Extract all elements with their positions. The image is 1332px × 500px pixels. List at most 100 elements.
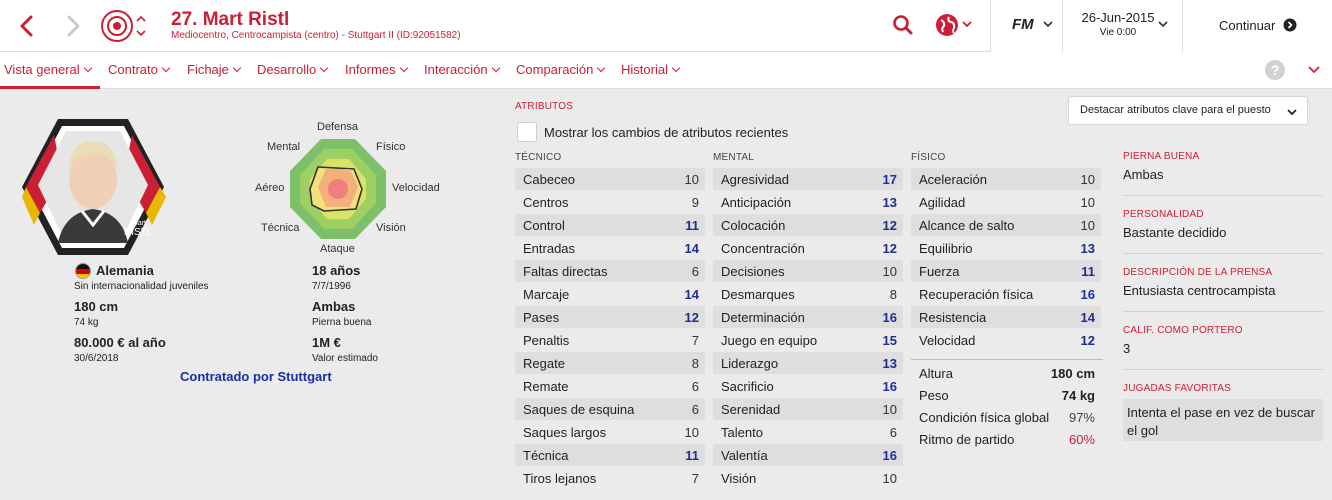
club-badge-icon[interactable] (100, 9, 134, 43)
forward-arrow-icon[interactable] (62, 14, 84, 38)
physical-info-row: Condición física global 97% (911, 406, 1101, 428)
attribute-row[interactable]: Remate 6 (515, 375, 705, 397)
mental-header: MENTAL (713, 152, 755, 163)
attributes-panel: ATRIBUTOS Destacar atributos clave para … (505, 89, 1332, 500)
attribute-row[interactable]: Pases 12 (515, 306, 705, 328)
attribute-name: Sacrificio (721, 379, 774, 394)
personalidad-header: PERSONALIDAD (1123, 209, 1204, 220)
attribute-row[interactable]: Cabeceo 10 (515, 168, 705, 190)
attribute-value: 9 (691, 195, 699, 210)
attribute-row[interactable]: Talento 6 (713, 421, 903, 443)
attribute-row[interactable]: Control 11 (515, 214, 705, 236)
attribute-row[interactable]: Faltas directas 6 (515, 260, 705, 282)
age: 18 años (312, 263, 361, 278)
radar-label-fisico: Físico (376, 141, 406, 153)
back-arrow-icon[interactable] (16, 14, 38, 38)
attribute-row[interactable]: Serenidad 10 (713, 398, 903, 420)
attribute-row[interactable]: Equilibrio 13 (911, 237, 1101, 259)
attribute-row[interactable]: Decisiones 10 (713, 260, 903, 282)
attribute-value: 10 (684, 172, 699, 187)
player-subtitle[interactable]: Mediocentro, Centrocampista (centro) - S… (171, 30, 461, 41)
attribute-row[interactable]: Aceleración 10 (911, 168, 1101, 190)
attribute-value: 12 (1080, 333, 1095, 348)
tab-contrato[interactable]: Contrato (108, 62, 171, 77)
attribute-row[interactable]: Regate 8 (515, 352, 705, 374)
attribute-name: Juego en equipo (721, 333, 818, 348)
attribute-row[interactable]: Entradas 14 (515, 237, 705, 259)
attribute-name: Recuperación física (919, 287, 1034, 302)
attribute-row[interactable]: Saques de esquina 6 (515, 398, 705, 420)
attribute-row[interactable]: Saques largos 10 (515, 421, 705, 443)
tab-informes[interactable]: Informes (345, 62, 408, 77)
attribute-row[interactable]: Fuerza 11 (911, 260, 1101, 282)
attribute-name: Técnica (523, 448, 569, 463)
attribute-row[interactable]: Liderazgo 13 (713, 352, 903, 374)
attribute-value: 10 (882, 471, 897, 486)
attribute-value: 14 (684, 241, 699, 256)
favourite-moves-value: Intenta el pase en vez de buscar el gol (1127, 405, 1315, 438)
attribute-row[interactable]: Velocidad 12 (911, 329, 1101, 351)
attribute-value: 10 (1080, 218, 1095, 233)
highlight-key-attributes-select[interactable]: Destacar atributos clave para el puesto (1068, 96, 1308, 125)
international-status: Sin internacionalidad juveniles (74, 281, 209, 292)
attribute-row[interactable]: Recuperación física 16 (911, 283, 1101, 305)
card-name-small: Mart (132, 220, 146, 227)
show-changes-label[interactable]: Mostrar los cambios de atributos recient… (544, 125, 788, 140)
more-chevron-icon[interactable] (1307, 64, 1321, 76)
attribute-row[interactable]: Técnica 11 (515, 444, 705, 466)
tab-vista-general[interactable]: Vista general (4, 62, 92, 77)
tab-desarrollo[interactable]: Desarrollo (257, 62, 329, 77)
tab-label: Interacción (424, 62, 488, 77)
attribute-value: 13 (882, 356, 897, 371)
attribute-name: Cabeceo (523, 172, 576, 187)
attribute-row[interactable]: Determinación 16 (713, 306, 903, 328)
pierna-buena-value: Ambas (1123, 167, 1164, 182)
pierna-buena-header: PIERNA BUENA (1123, 151, 1200, 162)
attribute-row[interactable]: Colocación 12 (713, 214, 903, 236)
personalidad-value: Bastante decidido (1123, 225, 1227, 240)
attribute-row[interactable]: Agresividad 17 (713, 168, 903, 190)
nationality[interactable]: Alemania (96, 263, 154, 278)
radar-label-aereo: Aéreo (255, 182, 285, 194)
attribute-row[interactable]: Sacrificio 16 (713, 375, 903, 397)
tab-interaccion[interactable]: Interacción (424, 62, 500, 77)
badge-switch-chevrons-icon[interactable] (134, 12, 148, 40)
favourite-moves-box[interactable]: Intenta el pase en vez de buscar el gol (1123, 399, 1323, 441)
globe-icon[interactable] (935, 13, 975, 37)
attribute-row[interactable]: Visión 10 (713, 467, 903, 489)
attribute-row[interactable]: Resistencia 14 (911, 306, 1101, 328)
contracted-by-link[interactable]: Contratado por Stuttgart (180, 369, 332, 384)
attribute-name: Marcaje (523, 287, 570, 302)
attribute-row[interactable]: Juego en equipo 15 (713, 329, 903, 351)
wage: 80.000 € al año (74, 335, 166, 350)
physical-extra-divider (911, 359, 1103, 360)
technical-header: TÉCNICO (515, 152, 562, 163)
attribute-row[interactable]: Penaltis 7 (515, 329, 705, 351)
attribute-row[interactable]: Anticipación 13 (713, 191, 903, 213)
tab-fichaje[interactable]: Fichaje (187, 62, 242, 77)
chevron-down-icon (491, 63, 500, 73)
attribute-row[interactable]: Valentía 16 (713, 444, 903, 466)
attribute-name: Desmarques (721, 287, 795, 302)
attribute-row[interactable]: Desmarques 8 (713, 283, 903, 305)
attribute-row[interactable]: Tiros lejanos 7 (515, 467, 705, 489)
attribute-row[interactable]: Alcance de salto 10 (911, 214, 1101, 236)
physical-info-row: Altura 180 cm (911, 362, 1101, 384)
attribute-row[interactable]: Agilidad 10 (911, 191, 1101, 213)
attribute-name: Concentración (721, 241, 805, 256)
continue-arrow-icon[interactable] (1283, 18, 1297, 32)
search-icon[interactable] (892, 14, 914, 36)
attribute-row[interactable]: Concentración 12 (713, 237, 903, 259)
attribute-row[interactable]: Centros 9 (515, 191, 705, 213)
continue-button[interactable]: Continuar (1219, 18, 1275, 33)
info-name: Peso (919, 388, 949, 403)
attribute-name: Saques de esquina (523, 402, 635, 417)
tab-historial[interactable]: Historial (621, 62, 681, 77)
tab-comparacion[interactable]: Comparación (516, 62, 606, 77)
attribute-row[interactable]: Marcaje 14 (515, 283, 705, 305)
tab-label: Historial (621, 62, 668, 77)
show-changes-checkbox[interactable] (517, 122, 537, 142)
help-icon[interactable]: ? (1265, 60, 1285, 80)
info-name: Condición física global (919, 410, 1050, 425)
attribute-name: Visión (721, 471, 757, 486)
